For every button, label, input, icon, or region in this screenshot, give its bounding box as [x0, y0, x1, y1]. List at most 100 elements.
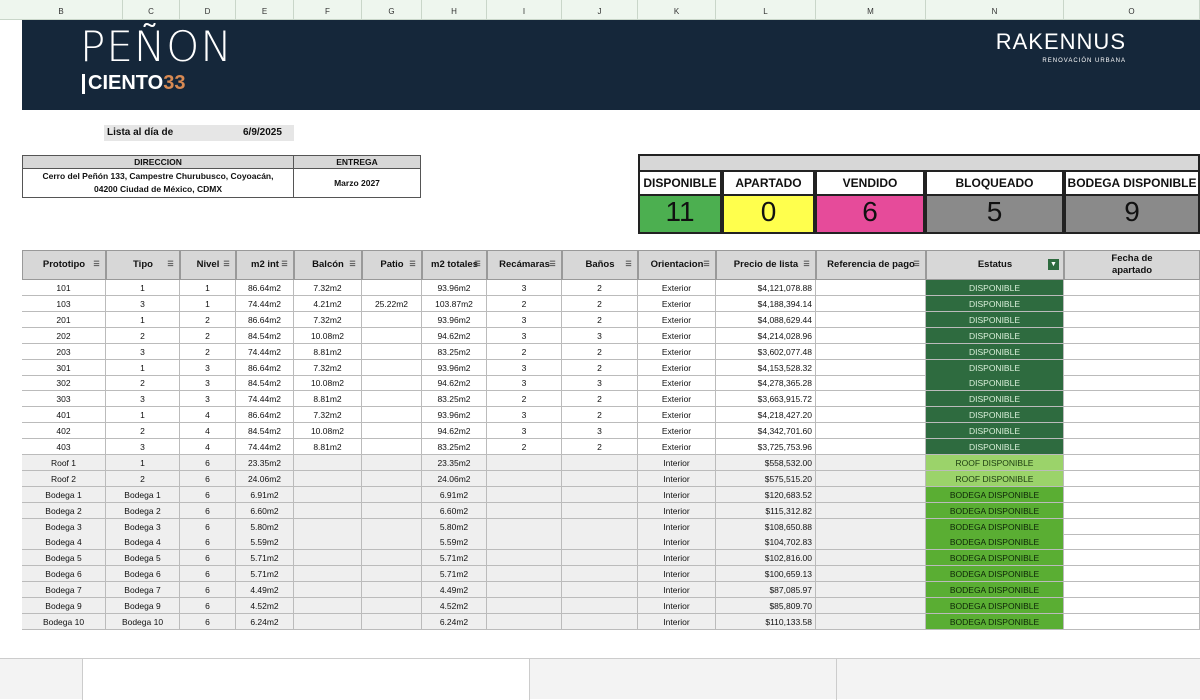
cell-prototipo[interactable]: 303 [22, 391, 106, 408]
cell-prototipo[interactable]: 101 [22, 280, 106, 296]
cell-nivel[interactable]: 6 [180, 598, 236, 614]
cell-recámaras[interactable] [487, 582, 562, 599]
cell-balcón[interactable]: 8.81m2 [294, 391, 362, 408]
cell-orientacion[interactable]: Interior [638, 518, 716, 535]
cell-balcón[interactable]: 10.08m2 [294, 423, 362, 440]
cell-precio-de-lista[interactable]: $4,342,701.60 [716, 423, 816, 440]
cell-balcón[interactable]: 8.81m2 [294, 439, 362, 455]
cell-precio-de-lista[interactable]: $4,188,394.14 [716, 295, 816, 312]
filter-icon[interactable]: ☰ [473, 261, 482, 268]
cell-nivel[interactable]: 6 [180, 550, 236, 567]
cell-patio[interactable] [362, 454, 422, 471]
cell-orientacion[interactable]: Interior [638, 582, 716, 599]
column-letter-b[interactable]: B [0, 0, 123, 20]
cell-orientacion[interactable]: Exterior [638, 359, 716, 376]
cell-balcón[interactable]: 7.32m2 [294, 359, 362, 376]
header-baños[interactable]: Baños ☰ [562, 250, 638, 280]
cell-tipo[interactable]: Bodega 4 [106, 534, 180, 551]
cell-orientacion[interactable]: Exterior [638, 280, 716, 296]
cell-tipo[interactable]: Bodega 1 [106, 486, 180, 503]
cell-m2-int[interactable]: 5.71m2 [236, 550, 294, 567]
cell-nivel[interactable]: 1 [180, 295, 236, 312]
cell-fecha-de-apartado[interactable] [1064, 613, 1200, 630]
table-row[interactable]: Bodega 2 Bodega 2 6 6.60m2 6.60m2 Interior $11… [22, 502, 1200, 519]
cell-orientacion[interactable]: Exterior [638, 407, 716, 424]
cell-m2-int[interactable]: 5.59m2 [236, 534, 294, 551]
cell-m2-int[interactable]: 4.52m2 [236, 598, 294, 614]
cell-precio-de-lista[interactable]: $115,312.82 [716, 502, 816, 519]
cell-estatus[interactable]: BODEGA DISPONIBLE [926, 566, 1064, 583]
cell-prototipo[interactable]: Roof 2 [22, 470, 106, 487]
column-letter-n[interactable]: N [926, 0, 1064, 20]
cell-fecha-de-apartado[interactable] [1064, 423, 1200, 440]
cell-m2-totales[interactable]: 94.62m2 [422, 375, 487, 392]
table-row[interactable]: Bodega 6 Bodega 6 6 5.71m2 5.71m2 Interior $10… [22, 566, 1200, 583]
cell-nivel[interactable]: 2 [180, 327, 236, 344]
cell-baños[interactable] [562, 454, 638, 471]
cell-orientacion[interactable]: Exterior [638, 391, 716, 408]
cell-baños[interactable]: 2 [562, 439, 638, 455]
cell-estatus[interactable]: BODEGA DISPONIBLE [926, 550, 1064, 567]
cell-orientacion[interactable]: Interior [638, 470, 716, 487]
cell-tipo[interactable]: Bodega 10 [106, 613, 180, 630]
cell-referencia-de-pago[interactable] [816, 550, 926, 567]
column-letter-d[interactable]: D [180, 0, 236, 20]
cell-referencia-de-pago[interactable] [816, 407, 926, 424]
table-row[interactable]: Bodega 9 Bodega 9 6 4.52m2 4.52m2 Interior $85… [22, 598, 1200, 614]
cell-tipo[interactable]: Bodega 3 [106, 518, 180, 535]
cell-estatus[interactable]: DISPONIBLE [926, 295, 1064, 312]
column-letter-k[interactable]: K [638, 0, 716, 20]
cell-prototipo[interactable]: Roof 1 [22, 454, 106, 471]
column-letter-m[interactable]: M [816, 0, 926, 20]
cell-m2-int[interactable]: 74.44m2 [236, 295, 294, 312]
cell-m2-int[interactable]: 84.54m2 [236, 375, 294, 392]
cell-estatus[interactable]: BODEGA DISPONIBLE [926, 582, 1064, 599]
cell-patio[interactable] [362, 423, 422, 440]
cell-nivel[interactable]: 1 [180, 280, 236, 296]
cell-m2-int[interactable]: 4.49m2 [236, 582, 294, 599]
cell-tipo[interactable]: 1 [106, 454, 180, 471]
cell-baños[interactable] [562, 486, 638, 503]
cell-balcón[interactable] [294, 598, 362, 614]
filter-icon[interactable]: ☰ [408, 261, 417, 268]
cell-orientacion[interactable]: Interior [638, 566, 716, 583]
cell-orientacion[interactable]: Exterior [638, 311, 716, 328]
cell-orientacion[interactable]: Interior [638, 534, 716, 551]
cell-prototipo[interactable]: Bodega 2 [22, 502, 106, 519]
table-row[interactable]: 103 3 1 74.44m2 4.21m2 25.22m2 103.87m2 2 2 Exter… [22, 295, 1200, 312]
cell-referencia-de-pago[interactable] [816, 598, 926, 614]
cell-m2-int[interactable]: 5.80m2 [236, 518, 294, 535]
cell-fecha-de-apartado[interactable] [1064, 391, 1200, 408]
cell-precio-de-lista[interactable]: $3,663,915.72 [716, 391, 816, 408]
cell-fecha-de-apartado[interactable] [1064, 280, 1200, 296]
filter-icon[interactable]: ☰ [624, 261, 633, 268]
header-recámaras[interactable]: Recámaras ☰ [487, 250, 562, 280]
cell-baños[interactable] [562, 550, 638, 567]
cell-recámaras[interactable]: 3 [487, 359, 562, 376]
cell-tipo[interactable]: 2 [106, 375, 180, 392]
cell-balcón[interactable] [294, 582, 362, 599]
cell-orientacion[interactable]: Exterior [638, 343, 716, 360]
cell-referencia-de-pago[interactable] [816, 470, 926, 487]
cell-referencia-de-pago[interactable] [816, 327, 926, 344]
cell-recámaras[interactable]: 3 [487, 423, 562, 440]
cell-orientacion[interactable]: Exterior [638, 375, 716, 392]
cell-m2-int[interactable]: 74.44m2 [236, 391, 294, 408]
cell-precio-de-lista[interactable]: $558,532.00 [716, 454, 816, 471]
cell-orientacion[interactable]: Interior [638, 613, 716, 630]
cell-m2-int[interactable]: 23.35m2 [236, 454, 294, 471]
cell-estatus[interactable]: DISPONIBLE [926, 343, 1064, 360]
cell-m2-totales[interactable]: 93.96m2 [422, 359, 487, 376]
cell-orientacion[interactable]: Exterior [638, 327, 716, 344]
cell-fecha-de-apartado[interactable] [1064, 550, 1200, 567]
cell-referencia-de-pago[interactable] [816, 502, 926, 519]
cell-m2-int[interactable]: 86.64m2 [236, 311, 294, 328]
cell-tipo[interactable]: 1 [106, 359, 180, 376]
cell-nivel[interactable]: 6 [180, 566, 236, 583]
cell-referencia-de-pago[interactable] [816, 391, 926, 408]
header-nivel[interactable]: Nivel ☰ [180, 250, 236, 280]
cell-patio[interactable] [362, 327, 422, 344]
cell-recámaras[interactable] [487, 566, 562, 583]
cell-patio[interactable] [362, 343, 422, 360]
cell-fecha-de-apartado[interactable] [1064, 439, 1200, 455]
